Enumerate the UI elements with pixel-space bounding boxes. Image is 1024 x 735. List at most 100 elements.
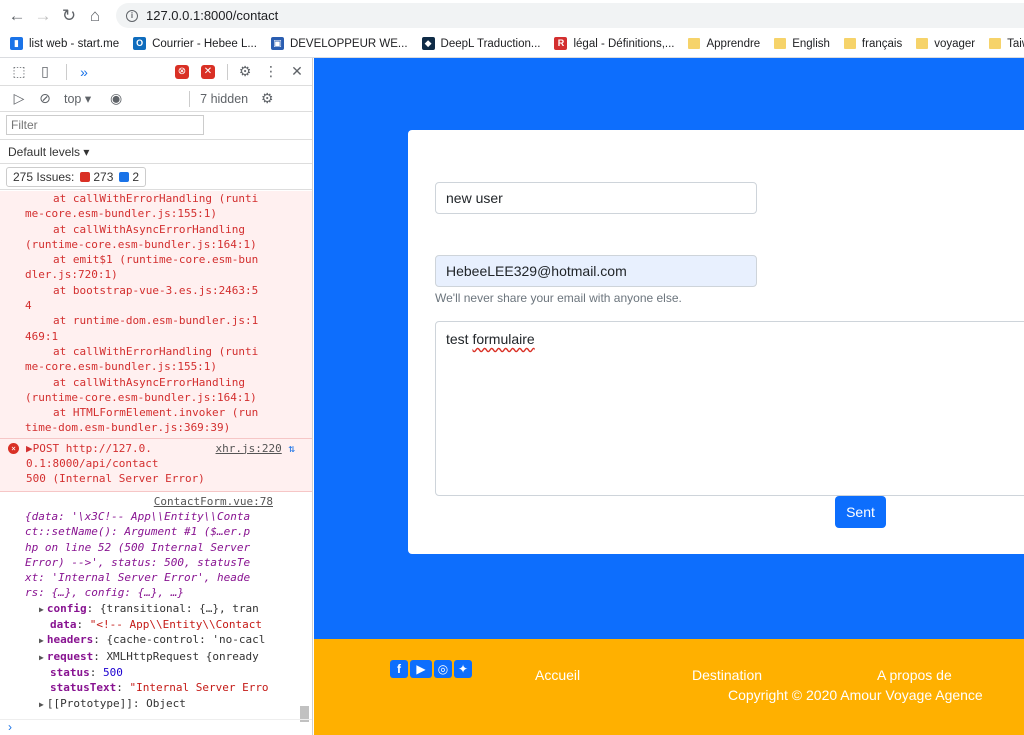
object-properties: ▶ config: {transitional: {…}, tran data: "… [25, 601, 312, 712]
favicon-icon: R [554, 37, 568, 50]
email-input[interactable]: HebeeLEE329@hotmail.com [435, 255, 757, 287]
stack-line[interactable]: at callWithAsyncErrorHandling [25, 375, 312, 390]
footer-link-destination[interactable]: Destination [692, 667, 762, 683]
stack-line[interactable]: at emit$1 (runtime-core.esm-bun [25, 252, 312, 267]
info-icon[interactable]: i [126, 9, 138, 22]
bookmark-item[interactable]: ▣ DEVELOPPEUR WE... [270, 37, 408, 50]
stack-line[interactable]: at callWithErrorHandling (runti [25, 344, 312, 359]
property-key: data [50, 618, 77, 632]
settings-gear-icon[interactable]: ⚙ [234, 61, 256, 83]
network-icon[interactable]: ⇅ [288, 442, 295, 455]
twitter-icon[interactable]: ✦ [454, 660, 472, 678]
bookmark-item[interactable]: Taiwan [989, 38, 1024, 50]
stack-line[interactable]: at callWithErrorHandling (runti [25, 191, 312, 206]
bookmark-item[interactable]: O Courrier - Hebee L... [133, 37, 257, 50]
folder-icon [916, 38, 929, 49]
footer-link-about[interactable]: A propos de [877, 667, 952, 683]
stack-line[interactable]: at callWithAsyncErrorHandling [25, 222, 312, 237]
post-source-link[interactable]: xhr.js:220 [216, 442, 282, 455]
levels-dropdown[interactable]: Default levels ▾ [0, 140, 312, 164]
property-key: status [50, 665, 90, 679]
stack-line[interactable]: me-core.esm-bundler.js:155:1) [25, 359, 312, 374]
expand-triangle-icon[interactable]: ▶ [39, 605, 44, 614]
bookmark-item[interactable]: français [843, 38, 902, 50]
clear-console-icon[interactable]: ⊘ [34, 88, 56, 110]
bookmark-item[interactable]: Rlégal - Définitions,... [554, 37, 674, 50]
object-property-row[interactable]: ▶ [[Prototype]]: Object [25, 696, 312, 712]
facebook-icon[interactable]: f [390, 660, 408, 678]
object-property-row[interactable]: ▶ request: XMLHttpRequest {onready [25, 649, 312, 665]
console-output: at callWithErrorHandling (runti me-core.e… [0, 191, 312, 735]
folder-icon [843, 38, 856, 49]
divider [66, 63, 67, 80]
more-options-icon[interactable]: ⋮ [260, 61, 282, 83]
more-tabs-icon[interactable]: » [73, 61, 95, 83]
object-property-row: status: 500 [50, 665, 123, 679]
log-source-link[interactable]: ContactForm.vue:78 [154, 495, 273, 508]
device-toggle-icon[interactable]: ▯ [34, 61, 56, 83]
post-line[interactable]: ▶POST http://127.0. [26, 441, 152, 456]
issues-label: 275 Issues: [13, 169, 75, 184]
bookmark-item[interactable]: Apprendre [688, 38, 760, 50]
object-property-row[interactable]: ▶ config: {transitional: {…}, tran [25, 601, 312, 617]
filter-input[interactable] [6, 115, 204, 135]
home-icon[interactable]: ⌂ [82, 3, 108, 29]
bookmarks-bar: ▮ list web - start.me O Courrier - Hebee L.… [0, 31, 1024, 56]
stack-line[interactable]: me-core.esm-bundler.js:155:1) [25, 206, 312, 221]
log-object-line: hp on line 52 (500 Internal Server [25, 540, 251, 554]
stack-line[interactable]: 469:1 [25, 329, 312, 344]
message-word-misspelled: formulaire [472, 331, 535, 347]
log-entry: ContactForm.vue:78 {data: '\x3C!-- App\\… [0, 492, 312, 712]
stack-line[interactable]: 4 [25, 298, 312, 313]
instagram-icon[interactable]: ◎ [434, 660, 452, 678]
hidden-count: 7 hidden [200, 91, 249, 106]
stack-line[interactable]: at runtime-dom.esm-bundler.js:1 [25, 313, 312, 328]
forward-arrow-icon[interactable]: → [30, 3, 56, 29]
warning-count-icon[interactable]: ✕ [201, 64, 215, 79]
expand-triangle-icon[interactable]: ▶ [39, 700, 44, 709]
bookmark-item[interactable]: ▮ list web - start.me [10, 37, 119, 50]
name-input[interactable]: new user [435, 182, 757, 214]
filter-row [0, 112, 312, 140]
console-settings-icon[interactable]: ⚙ [256, 88, 278, 110]
sidebar-toggle-icon[interactable]: ▷ [8, 88, 30, 110]
expand-triangle-icon[interactable]: ▶ [39, 636, 44, 645]
stack-line[interactable]: dler.js:720:1) [25, 267, 312, 282]
bookmark-label: Apprendre [706, 37, 761, 50]
stack-line[interactable]: (runtime-core.esm-bundler.js:164:1) [25, 390, 312, 405]
context-selector[interactable]: top ▾ [64, 91, 91, 106]
submit-button[interactable]: Sent [835, 496, 886, 528]
message-textarea[interactable]: test formulaire [435, 321, 1024, 496]
stack-line[interactable]: (runtime-core.esm-bundler.js:164:1) [25, 237, 312, 252]
reload-icon[interactable]: ↻ [56, 3, 82, 29]
object-property-row[interactable]: ▶ headers: {cache-control: 'no-cacl [25, 632, 312, 648]
nav-row: ← → ↻ ⌂ i 127.0.0.1:8000/contact [0, 0, 1024, 31]
log-object[interactable]: {data: '\x3C!-- App\\Entity\\Conta ct::se… [25, 509, 312, 601]
error-count-icon[interactable]: ⊗ [175, 64, 189, 79]
issues-bar: 275 Issues: 273 2 [0, 164, 312, 190]
close-icon[interactable]: ✕ [286, 61, 308, 83]
post-url[interactable]: 0.1:8000/api/contact [8, 456, 312, 471]
console-prompt[interactable]: › [0, 719, 312, 735]
issues-button[interactable]: 275 Issues: 273 2 [6, 166, 147, 187]
back-arrow-icon[interactable]: ← [4, 3, 30, 29]
bookmark-item[interactable]: voyager [916, 38, 975, 50]
bookmark-label: DEVELOPPEUR WE... [289, 37, 408, 50]
stack-trace: at callWithErrorHandling (runti me-core.e… [0, 191, 312, 439]
youtube-icon[interactable]: ▶ [410, 660, 432, 678]
footer-link-home[interactable]: Accueil [535, 667, 580, 683]
property-value: {transitional: {…}, tran [99, 601, 259, 615]
context-label: top [64, 92, 82, 106]
expand-triangle-icon[interactable]: ▶ [39, 653, 44, 662]
bookmark-item[interactable]: ◆ DeepL Traduction... [421, 37, 540, 50]
inspect-element-icon[interactable]: ⬚ [8, 61, 30, 83]
log-object-line: Error) -->', status: 500, statusTe [25, 555, 251, 569]
address-bar[interactable]: i 127.0.0.1:8000/contact [116, 3, 1024, 28]
eye-icon[interactable]: ◉ [105, 88, 127, 110]
stack-line[interactable]: at HTMLFormElement.invoker (run [25, 405, 312, 420]
folder-icon [989, 38, 1002, 49]
stack-line[interactable]: at bootstrap-vue-3.es.js:2463:5 [25, 283, 312, 298]
issues-info-count: 2 [132, 169, 140, 184]
stack-line[interactable]: time-dom.esm-bundler.js:369:39) [25, 420, 312, 435]
bookmark-item[interactable]: English [774, 38, 830, 50]
